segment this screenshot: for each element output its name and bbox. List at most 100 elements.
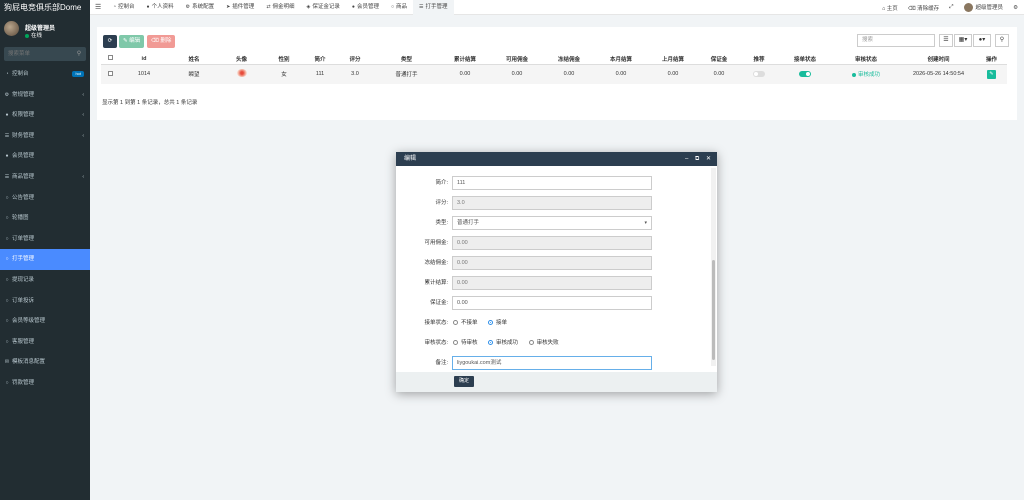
column-header[interactable]: 简介 xyxy=(304,54,336,65)
radio-option-rejected[interactable]: 审核失败 xyxy=(528,340,559,346)
column-header[interactable]: 累计结算 xyxy=(439,54,491,65)
sidebar-item-member-levels[interactable]: ○ 会员等级管理 xyxy=(0,311,90,332)
edit-button[interactable]: ✎ 编辑 xyxy=(119,35,145,48)
column-header[interactable]: 审核状态 xyxy=(831,54,901,65)
sidebar-item-support[interactable]: ○ 客服管理 xyxy=(0,332,90,353)
minimize-icon[interactable]: – xyxy=(685,156,688,162)
columns-button[interactable]: ▦▾ xyxy=(954,34,972,47)
toggle-view-button[interactable]: ☰ xyxy=(939,34,953,47)
table-search-input[interactable]: 搜索 xyxy=(857,34,935,47)
tab-members[interactable]: ● 会员管理 xyxy=(346,0,385,15)
sidebar-item-orders[interactable]: ○ 订单管理 xyxy=(0,229,90,250)
tab-config[interactable]: ⚙ 系统配置 xyxy=(180,0,221,15)
sidebar-item-goods[interactable]: ☰ 商品管理 ‹ xyxy=(0,167,90,188)
select-all-checkbox[interactable] xyxy=(107,55,113,61)
column-header[interactable]: 冻结佣金 xyxy=(543,54,595,65)
admin-menu[interactable]: 超级管理员 xyxy=(963,3,1004,13)
maximize-icon[interactable]: ⧉ xyxy=(695,156,699,162)
search-icon[interactable]: ⚲ xyxy=(75,50,83,58)
confirm-button[interactable]: 确定 xyxy=(454,376,475,387)
column-header[interactable]: 保证金 xyxy=(699,54,739,65)
radio-button[interactable] xyxy=(453,320,458,326)
row-checkbox[interactable] xyxy=(107,70,113,76)
row-select-cell[interactable] xyxy=(101,64,119,84)
cell-score: 3.0 xyxy=(336,64,374,84)
field-label: 冻结佣金: xyxy=(424,260,448,266)
frozen-input[interactable]: 0.00 xyxy=(452,256,652,270)
radio-button[interactable] xyxy=(488,320,494,326)
sidebar-item-complaints[interactable]: ○ 订单投诉 xyxy=(0,291,90,312)
sidebar-item-withdrawals[interactable]: ○ 提现记录 xyxy=(0,270,90,291)
sidebar-item-general[interactable]: ⚙ 常规管理 ‹ xyxy=(0,85,90,106)
menu-toggle-icon[interactable]: ☰ xyxy=(95,3,101,11)
clear-cache-link[interactable]: ⌫ 清除缓存 xyxy=(908,4,939,12)
column-header[interactable]: 姓名 xyxy=(169,54,219,65)
radio-button[interactable] xyxy=(488,340,494,346)
column-header[interactable]: 推荐 xyxy=(739,54,779,65)
delete-button[interactable]: ⌫ 删除 xyxy=(147,35,176,48)
radio-option-approved[interactable]: 审核成功 xyxy=(488,340,518,346)
table-row[interactable]: 1014 瞬望 女 111 3.0 普通打手 0.00 0.00 0.00 0.… xyxy=(101,64,1007,84)
sidebar-item-players[interactable]: ○ 打手管理 xyxy=(0,249,90,270)
score-input[interactable]: 3.0 xyxy=(452,196,652,210)
remark-input[interactable]: liygoukai.com测试 xyxy=(452,356,652,370)
tab-profile[interactable]: ● 个人资料 xyxy=(141,0,180,15)
sidebar-item-carousel[interactable]: ○ 轮播图 xyxy=(0,208,90,229)
deposit-input[interactable]: 0.00 xyxy=(452,296,652,310)
column-header[interactable]: 性别 xyxy=(264,54,304,65)
row-edit-button[interactable]: ✎ xyxy=(987,69,996,79)
admin-name: 超级管理员 xyxy=(975,4,1004,11)
radio-button[interactable] xyxy=(453,340,458,346)
tab-players[interactable]: ☰ 打手管理 xyxy=(413,0,454,15)
fullscreen-icon[interactable]: ⤢ xyxy=(949,4,953,11)
column-header[interactable]: 类型 xyxy=(374,54,439,65)
column-header[interactable]: 头像 xyxy=(219,54,264,65)
column-header[interactable]: id xyxy=(119,54,169,65)
sidebar-item-members[interactable]: ● 会员管理 xyxy=(0,146,90,167)
column-header[interactable]: 上月结算 xyxy=(647,54,699,65)
audit-status-radios: 待审核 审核成功 审核失败 xyxy=(453,336,568,350)
scrollbar-thumb[interactable] xyxy=(712,260,715,360)
radio-option-pending[interactable]: 待审核 xyxy=(453,340,478,346)
export-button[interactable]: ●▾ xyxy=(973,34,991,47)
settings-icon[interactable]: ⚙ xyxy=(1013,5,1018,11)
available-input[interactable]: 0.00 xyxy=(452,236,652,250)
radio-option-no-accept[interactable]: 不接单 xyxy=(453,320,478,326)
type-select[interactable]: 普通打手 ▾ xyxy=(452,216,652,230)
select-all-header[interactable] xyxy=(101,54,119,65)
accepting-toggle[interactable] xyxy=(799,71,811,78)
intro-input[interactable]: 111 xyxy=(452,176,652,190)
avatar[interactable] xyxy=(236,69,247,78)
field-frozen: 冻结佣金: 0.00 xyxy=(396,256,706,270)
sidebar-item-templates[interactable]: ✉ 模板消息配置 xyxy=(0,352,90,373)
tab-commission[interactable]: ⇄ 佣金明细 xyxy=(260,0,300,15)
sidebar-item-dashboard[interactable]: ◔ 控制台 hot xyxy=(0,64,90,85)
advanced-search-button[interactable]: ⚲ xyxy=(995,34,1009,47)
close-icon[interactable]: ✕ xyxy=(706,156,711,162)
tab-deposit[interactable]: ◈ 保证金记录 xyxy=(301,0,346,15)
tab-plugins[interactable]: ➤ 插件管理 xyxy=(220,0,260,15)
column-header[interactable]: 评分 xyxy=(336,54,374,65)
dialog-scrollbar[interactable] xyxy=(711,168,716,366)
dialog-header[interactable]: 编辑 – ⧉ ✕ xyxy=(396,152,717,166)
sidebar-item-finance[interactable]: ☰ 财务管理 ‹ xyxy=(0,126,90,147)
sidebar-item-notice[interactable]: ○ 公告管理 xyxy=(0,188,90,209)
radio-button[interactable] xyxy=(528,340,534,346)
home-link[interactable]: ⌂ 主页 xyxy=(882,4,898,12)
sidebar-item-fines[interactable]: ○ 罚款管理 xyxy=(0,373,90,394)
app-title[interactable]: 狗屁电竞俱乐部Dome xyxy=(0,0,90,15)
recommend-toggle[interactable] xyxy=(753,71,765,78)
tab-goods[interactable]: ○ 商品 xyxy=(385,0,413,15)
column-header[interactable]: 创建时间 xyxy=(901,54,976,65)
tab-dashboard[interactable]: ◔ 控制台 xyxy=(107,0,141,15)
radio-option-accept[interactable]: 接单 xyxy=(488,320,507,326)
pencil-icon: ✎ xyxy=(123,38,128,44)
total-settle-input[interactable]: 0.00 xyxy=(452,276,652,290)
column-header[interactable]: 接单状态 xyxy=(779,54,831,65)
refresh-button[interactable]: ⟳ xyxy=(103,35,117,48)
sidebar-search-input[interactable] xyxy=(4,47,86,61)
sidebar-item-auth[interactable]: ● 权限管理 ‹ xyxy=(0,105,90,126)
top-right-nav: ⌂ 主页 ⌫ 清除缓存 ⤢ 超级管理员 ⚙ xyxy=(872,0,1018,15)
column-header[interactable]: 可用佣金 xyxy=(491,54,543,65)
column-header[interactable]: 本月结算 xyxy=(595,54,647,65)
